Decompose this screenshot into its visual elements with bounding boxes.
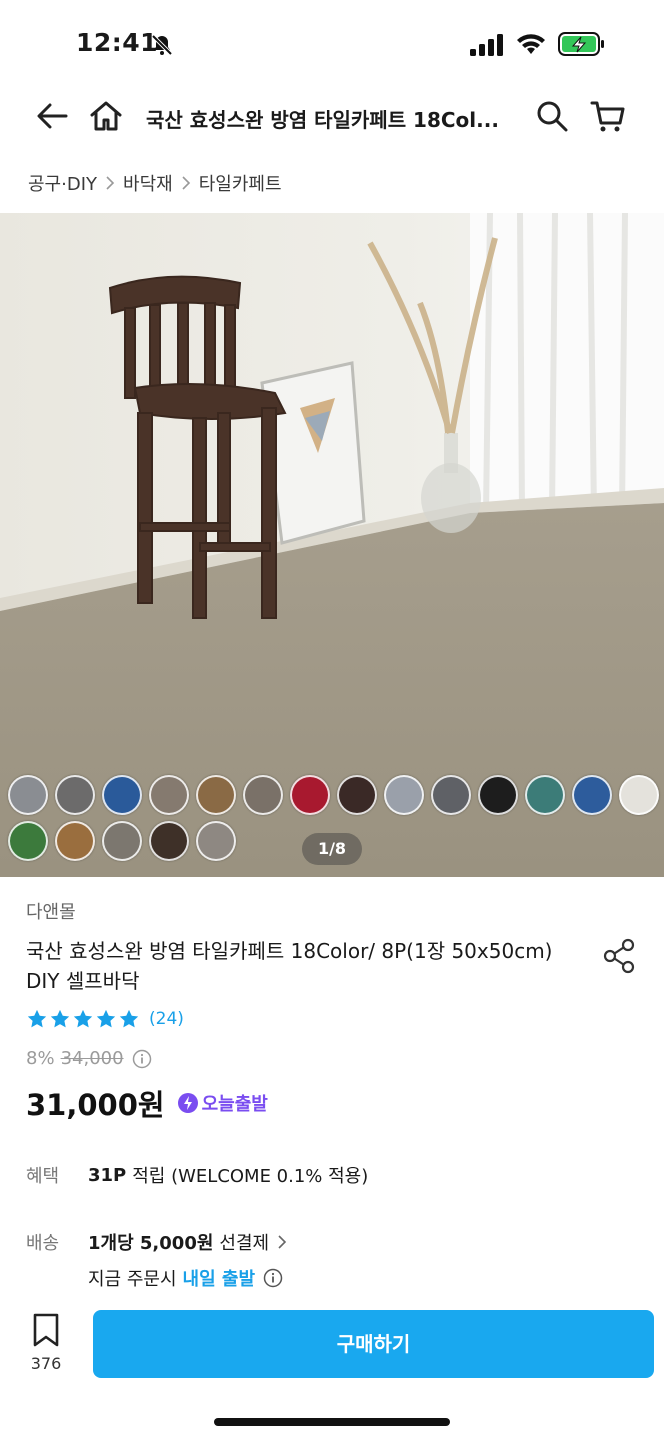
color-swatch[interactable]	[55, 821, 95, 861]
color-swatch[interactable]	[337, 775, 377, 815]
color-swatch[interactable]	[8, 821, 48, 861]
color-swatch[interactable]	[196, 775, 236, 815]
chevron-right-icon	[278, 1235, 287, 1249]
color-swatch[interactable]	[572, 775, 612, 815]
color-swatch[interactable]	[196, 821, 236, 861]
bell-off-icon	[151, 34, 173, 56]
star-icon	[27, 1009, 47, 1028]
back-arrow-icon[interactable]	[32, 96, 72, 136]
same-day-shipping-badge: 오늘출발	[177, 1090, 268, 1116]
home-icon[interactable]	[86, 96, 126, 136]
product-image-carousel[interactable]: 1/8	[0, 213, 664, 877]
battery-charging-icon	[558, 32, 604, 56]
cart-icon[interactable]	[588, 96, 628, 136]
shipping-eta-prefix: 지금 주문시	[88, 1269, 177, 1290]
color-swatch[interactable]	[431, 775, 471, 815]
benefit-points: 31P	[88, 1164, 127, 1186]
bottom-action-bar: 376 구매하기	[0, 1300, 664, 1400]
color-swatch[interactable]	[478, 775, 518, 815]
color-swatch[interactable]	[102, 775, 142, 815]
shipping-fee: 1개당 5,000원	[88, 1233, 214, 1254]
discount-row: 8% 34,000	[26, 1048, 152, 1069]
shipping-eta-row: 지금 주문시 내일 출발	[88, 1265, 283, 1291]
color-swatch[interactable]	[149, 821, 189, 861]
shipping-eta: 내일 출발	[182, 1269, 256, 1290]
price-row: 31,000원 오늘출발	[26, 1082, 268, 1124]
star-icon	[96, 1009, 116, 1028]
info-icon[interactable]	[132, 1049, 152, 1069]
color-swatch[interactable]	[8, 775, 48, 815]
breadcrumb-item-tile-carpet[interactable]: 타일카페트	[199, 170, 282, 196]
top-nav: 국산 효성스완 방염 타일카페트 18Col...	[0, 92, 664, 148]
shipping-label: 배송	[26, 1233, 60, 1254]
benefit-text: 적립 (WELCOME 0.1% 적용)	[132, 1166, 369, 1187]
original-price: 34,000	[60, 1048, 124, 1069]
info-icon[interactable]	[263, 1268, 283, 1288]
product-title: 국산 효성스완 방염 타일카페트 18Color/ 8P(1장 50x50cm)…	[26, 939, 553, 993]
shipping-fee-row[interactable]: 1개당 5,000원 선결제	[88, 1229, 291, 1255]
star-icon	[50, 1009, 70, 1028]
color-swatch[interactable]	[102, 821, 142, 861]
color-swatch[interactable]	[290, 775, 330, 815]
benefit-value: 31P 적립 (WELCOME 0.1% 적용)	[88, 1162, 368, 1188]
color-swatch[interactable]	[55, 775, 95, 815]
lightning-icon	[177, 1093, 198, 1113]
nav-title: 국산 효성스완 방염 타일카페트 18Col...	[146, 108, 499, 132]
badge-label: 오늘출발	[201, 1094, 268, 1115]
color-swatch[interactable]	[243, 775, 283, 815]
sale-price: 31,000원	[26, 1088, 165, 1122]
discount-rate: 8%	[26, 1048, 55, 1069]
color-swatch[interactable]	[525, 775, 565, 815]
status-time: 12:41	[76, 28, 159, 57]
share-icon[interactable]	[600, 936, 640, 976]
benefit-label: 혜택	[26, 1166, 60, 1187]
rating[interactable]: (24)	[26, 1008, 184, 1030]
color-swatch[interactable]	[384, 775, 424, 815]
cellular-signal-icon	[470, 34, 503, 56]
home-indicator	[214, 1418, 450, 1426]
breadcrumb-item-flooring[interactable]: 바닥재	[123, 170, 173, 196]
image-page-indicator: 1/8	[302, 833, 362, 865]
star-icon	[73, 1009, 93, 1028]
breadcrumb-item-diy[interactable]: 공구·DIY	[28, 170, 97, 196]
color-swatch[interactable]	[619, 775, 659, 815]
seller-name[interactable]: 다앤몰	[26, 898, 76, 924]
status-bar: 12:41	[0, 0, 664, 90]
bookmark-count: 376	[30, 1354, 62, 1373]
buy-button[interactable]: 구매하기	[93, 1310, 654, 1378]
star-icon	[119, 1009, 139, 1028]
shipping-fee-suffix: 선결제	[219, 1233, 270, 1254]
chevron-right-icon	[106, 176, 115, 190]
search-icon[interactable]	[532, 96, 572, 136]
chevron-right-icon	[182, 176, 190, 190]
review-count[interactable]: (24)	[149, 1009, 184, 1029]
bookmark-icon[interactable]	[30, 1312, 62, 1348]
wifi-icon	[517, 34, 545, 54]
breadcrumb: 공구·DIY 바닥재 타일카페트	[28, 170, 282, 196]
product-photo	[0, 213, 664, 877]
color-swatch[interactable]	[149, 775, 189, 815]
